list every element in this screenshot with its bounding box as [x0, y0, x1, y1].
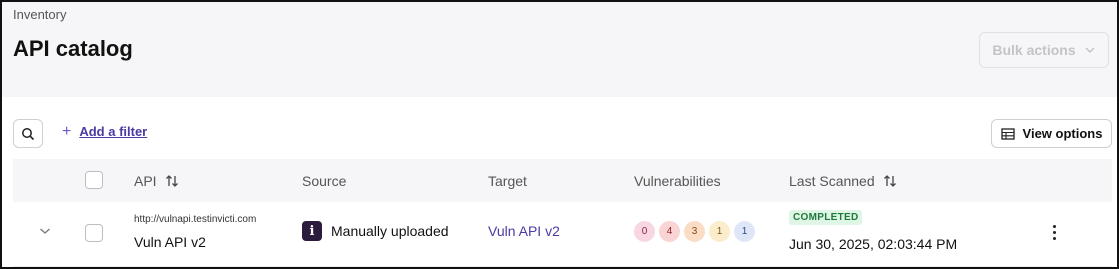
row-checkbox[interactable]	[85, 224, 103, 242]
table-icon	[1000, 127, 1015, 140]
plus-icon: +	[62, 122, 72, 140]
more-actions-icon[interactable]	[1047, 222, 1061, 242]
column-header-last-scanned[interactable]: Last Scanned	[789, 173, 897, 189]
column-header-api[interactable]: API	[134, 173, 179, 189]
source-icon: i	[302, 221, 322, 241]
api-name[interactable]: Vuln API v2	[134, 234, 206, 250]
search-button[interactable]	[13, 119, 43, 148]
status-badge: COMPLETED	[789, 210, 863, 225]
expand-row-icon[interactable]	[39, 226, 51, 236]
table-header: API Source Target Vulnerabilities Last S…	[13, 159, 1112, 202]
view-options-label: View options	[1022, 126, 1103, 141]
column-label-source: Source	[302, 173, 347, 189]
api-catalog-window: Inventory API catalog Bulk actions + Add…	[0, 0, 1119, 269]
page-header: Inventory API catalog Bulk actions	[2, 2, 1117, 97]
bulk-actions-label: Bulk actions	[992, 42, 1076, 58]
column-label-target: Target	[488, 173, 527, 189]
vulnerability-badge-critical: 0	[634, 221, 655, 242]
column-label-api: API	[134, 173, 157, 189]
column-header-source: Source	[302, 173, 346, 189]
column-label-last-scanned: Last Scanned	[789, 173, 875, 189]
vulnerability-badge-info: 1	[734, 221, 755, 242]
column-header-target: Target	[488, 173, 527, 189]
page-title: API catalog	[13, 36, 133, 61]
vulnerability-badge-high: 4	[659, 221, 680, 242]
last-scanned-time: Jun 30, 2025, 02:03:44 PM	[789, 236, 958, 252]
bulk-actions-button[interactable]: Bulk actions	[979, 32, 1109, 68]
vulnerability-badge-low: 1	[709, 221, 730, 242]
select-all-checkbox[interactable]	[85, 171, 103, 189]
vulnerability-badge-medium: 3	[684, 221, 705, 242]
vulnerability-badges: 04311	[634, 221, 755, 242]
api-url: http://vulnapi.testinvicti.com	[134, 214, 257, 225]
add-filter-button[interactable]: + Add a filter	[62, 122, 148, 140]
sort-icon	[165, 175, 178, 187]
column-label-vulnerabilities: Vulnerabilities	[634, 173, 721, 189]
column-header-vulnerabilities: Vulnerabilities	[634, 173, 721, 189]
source-text: Manually uploaded	[331, 223, 449, 239]
view-options-button[interactable]: View options	[991, 119, 1112, 148]
search-icon	[22, 127, 35, 140]
chevron-down-icon	[1085, 47, 1095, 54]
sort-icon	[883, 175, 896, 187]
table-row[interactable]: http://vulnapi.testinvicti.com Vuln API …	[13, 202, 1112, 267]
target-link[interactable]: Vuln API v2	[488, 223, 560, 239]
add-filter-label: Add a filter	[79, 124, 148, 139]
breadcrumb[interactable]: Inventory	[13, 7, 66, 22]
